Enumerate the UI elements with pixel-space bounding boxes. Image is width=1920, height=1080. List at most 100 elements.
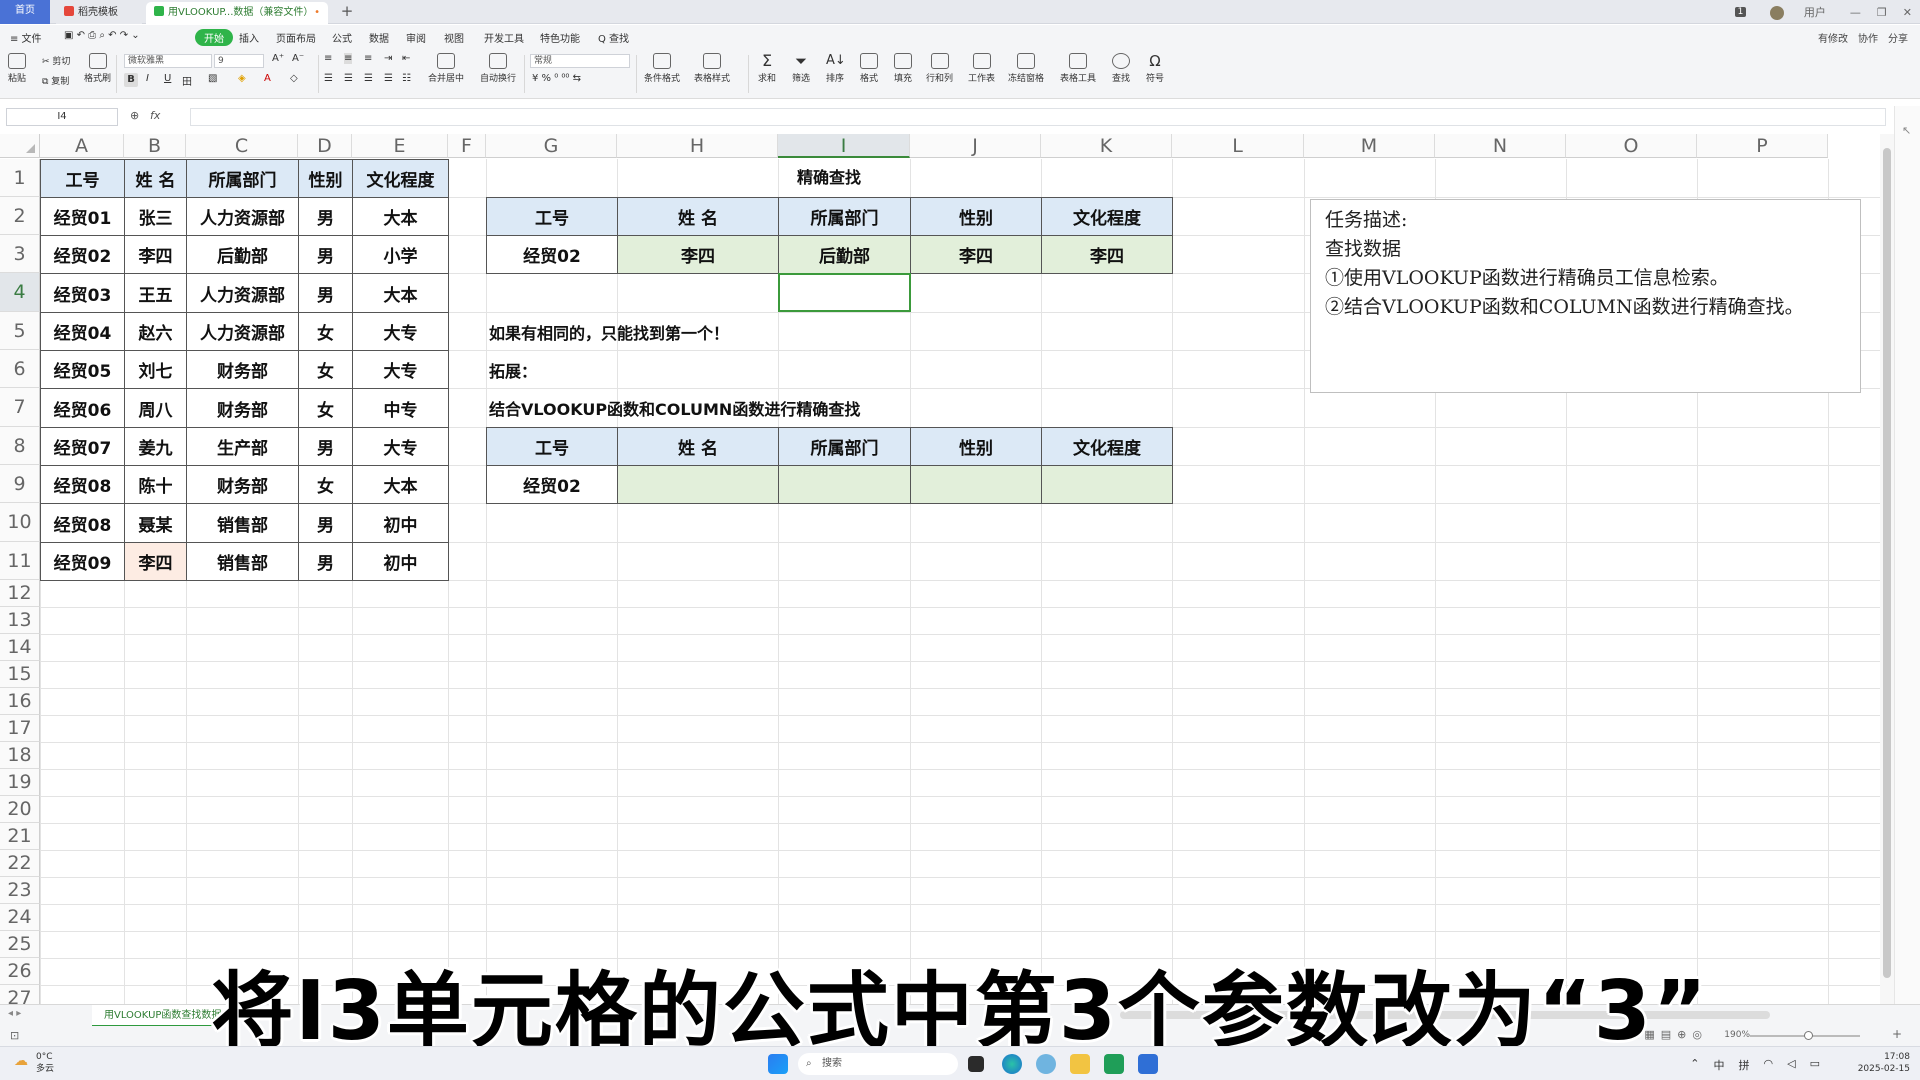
- row-header-9[interactable]: 9: [0, 465, 40, 503]
- employee-header-cell[interactable]: 文化程度: [352, 159, 449, 198]
- row-header-17[interactable]: 17: [0, 715, 40, 742]
- menu-data[interactable]: 数据: [369, 30, 389, 45]
- employee-table-cell[interactable]: 女: [298, 388, 353, 428]
- menu-search[interactable]: Q 查找: [598, 30, 629, 45]
- conditional-format-button[interactable]: 条件格式: [644, 53, 680, 84]
- italic-button[interactable]: I: [146, 73, 149, 84]
- row-header-10[interactable]: 10: [0, 503, 40, 542]
- quick-access-icons[interactable]: ▣ ↶ ⎙ ⌕ ↶ ↷ ⌄: [64, 30, 140, 41]
- row-header-24[interactable]: 24: [0, 904, 40, 931]
- wifi-icon[interactable]: ◠: [1764, 1057, 1774, 1073]
- menu-formula[interactable]: 公式: [332, 30, 352, 45]
- table-tools-button[interactable]: 表格工具: [1060, 53, 1096, 84]
- tray-expand-icon[interactable]: ⌃: [1690, 1057, 1699, 1073]
- lookup-header-cell[interactable]: 文化程度: [1041, 197, 1173, 236]
- font-grow-icon[interactable]: A⁺: [272, 53, 284, 64]
- employee-table-cell[interactable]: 经贸05: [40, 350, 125, 389]
- employee-table-cell[interactable]: 女: [298, 350, 353, 389]
- column-header-i[interactable]: I: [778, 134, 910, 158]
- employee-table-cell[interactable]: 陈十: [124, 465, 187, 504]
- taskbar-search[interactable]: ⌕ 搜索: [798, 1053, 958, 1075]
- row-header-14[interactable]: 14: [0, 634, 40, 661]
- employee-table-cell[interactable]: 人力资源部: [186, 312, 299, 351]
- menu-developer[interactable]: 开发工具: [484, 30, 524, 45]
- menu-special[interactable]: 特色功能: [540, 30, 580, 45]
- employee-table-cell[interactable]: 财务部: [186, 350, 299, 389]
- zoom-formula-icon[interactable]: ⊕: [130, 109, 139, 122]
- row-header-6[interactable]: 6: [0, 350, 40, 388]
- employee-table-cell[interactable]: 中专: [352, 388, 449, 428]
- format-button[interactable]: 格式: [860, 53, 878, 84]
- column-header-l[interactable]: L: [1172, 134, 1304, 158]
- volume-icon[interactable]: ◁: [1787, 1057, 1795, 1073]
- merge-center-button[interactable]: 合并居中: [428, 53, 464, 84]
- underline-button[interactable]: U: [164, 73, 171, 84]
- sum-button[interactable]: Σ 求和: [758, 53, 776, 85]
- employee-table-cell[interactable]: 李四: [124, 542, 187, 581]
- column-header-m[interactable]: M: [1304, 134, 1435, 158]
- bold-button[interactable]: B: [124, 73, 138, 87]
- row-header-8[interactable]: 8: [0, 427, 40, 465]
- table-style-button[interactable]: 表格样式: [694, 53, 730, 84]
- employee-table-cell[interactable]: 赵六: [124, 312, 187, 351]
- employee-table-cell[interactable]: 王五: [124, 273, 187, 313]
- employee-table-cell[interactable]: 人力资源部: [186, 197, 299, 236]
- currency-icon[interactable]: ¥ % ⁰ ⁰⁰ ⇆: [532, 73, 581, 84]
- fx-icon[interactable]: fx: [150, 109, 160, 122]
- lookup-title[interactable]: 精确查找: [486, 159, 1172, 197]
- employee-table-cell[interactable]: 大本: [352, 465, 449, 504]
- employee-table-cell[interactable]: 男: [298, 427, 353, 466]
- employee-header-cell[interactable]: 所属部门: [186, 159, 299, 198]
- row-header-16[interactable]: 16: [0, 688, 40, 715]
- lookup-result-cell[interactable]: 后勤部: [778, 235, 911, 274]
- employee-table-cell[interactable]: 男: [298, 235, 353, 274]
- row-header-1[interactable]: 1: [0, 159, 40, 197]
- column-header-o[interactable]: O: [1566, 134, 1697, 158]
- file-explorer-icon[interactable]: [1070, 1054, 1090, 1074]
- align-middle-icon[interactable]: ≡: [344, 53, 353, 64]
- task-description-box[interactable]: 任务描述: 查找数据 ①使用VLOOKUP函数进行精确员工信息检索。 ②结合VL…: [1310, 199, 1861, 393]
- copy-button[interactable]: ⧉ 复制: [42, 74, 69, 87]
- employee-table-cell[interactable]: 大专: [352, 312, 449, 351]
- sort-button[interactable]: A↓ 排序: [826, 53, 846, 84]
- employee-table-cell[interactable]: 经贸06: [40, 388, 125, 428]
- number-format-select[interactable]: 常规: [530, 54, 630, 68]
- edge-browser-icon[interactable]: [1002, 1054, 1022, 1074]
- employee-table-cell[interactable]: 女: [298, 312, 353, 351]
- note-row-7[interactable]: 结合VLOOKUP函数和COLUMN函数进行精确查找: [489, 396, 860, 420]
- employee-table-cell[interactable]: 初中: [352, 503, 449, 543]
- employee-table-cell[interactable]: 经贸08: [40, 503, 125, 543]
- employee-table-cell[interactable]: 大专: [352, 427, 449, 466]
- cursor-select-icon[interactable]: ↖: [1902, 124, 1911, 137]
- column-lookup-result-cell[interactable]: [910, 465, 1042, 504]
- menu-file[interactable]: ≡ 文件: [10, 30, 42, 45]
- employee-table-cell[interactable]: 大本: [352, 197, 449, 236]
- column-header-n[interactable]: N: [1435, 134, 1566, 158]
- column-lookup-result-cell[interactable]: [617, 465, 779, 504]
- symbol-button[interactable]: Ω 符号: [1146, 53, 1164, 84]
- employee-table-cell[interactable]: 姜九: [124, 427, 187, 466]
- note-row-6[interactable]: 拓展：: [489, 358, 537, 382]
- formula-input[interactable]: [190, 108, 1886, 126]
- employee-table-cell[interactable]: 经贸04: [40, 312, 125, 351]
- employee-table-cell[interactable]: 经贸02: [40, 235, 125, 274]
- employee-table-cell[interactable]: 男: [298, 273, 353, 313]
- lookup-result-cell[interactable]: 李四: [1041, 235, 1173, 274]
- employee-table-cell[interactable]: 财务部: [186, 388, 299, 428]
- row-header-19[interactable]: 19: [0, 769, 40, 796]
- column-header-j[interactable]: J: [910, 134, 1041, 158]
- column-lookup-header-cell[interactable]: 工号: [486, 427, 618, 466]
- employee-table-cell[interactable]: 初中: [352, 542, 449, 581]
- border-icon[interactable]: 田: [182, 73, 192, 88]
- clear-format-icon[interactable]: ◇: [290, 73, 298, 84]
- fill-color-icon[interactable]: ◈: [238, 73, 246, 84]
- cell-fill-icon[interactable]: ▧: [208, 73, 217, 84]
- employee-header-cell[interactable]: 姓 名: [124, 159, 187, 198]
- employee-header-cell[interactable]: 工号: [40, 159, 125, 198]
- employee-header-cell[interactable]: 性别: [298, 159, 353, 198]
- row-header-11[interactable]: 11: [0, 542, 40, 580]
- paste-button[interactable]: 粘贴: [8, 53, 26, 84]
- vertical-scrollbar[interactable]: [1880, 134, 1894, 1014]
- distribute-icon[interactable]: ☷: [402, 73, 411, 84]
- find-button[interactable]: 查找: [1112, 53, 1130, 84]
